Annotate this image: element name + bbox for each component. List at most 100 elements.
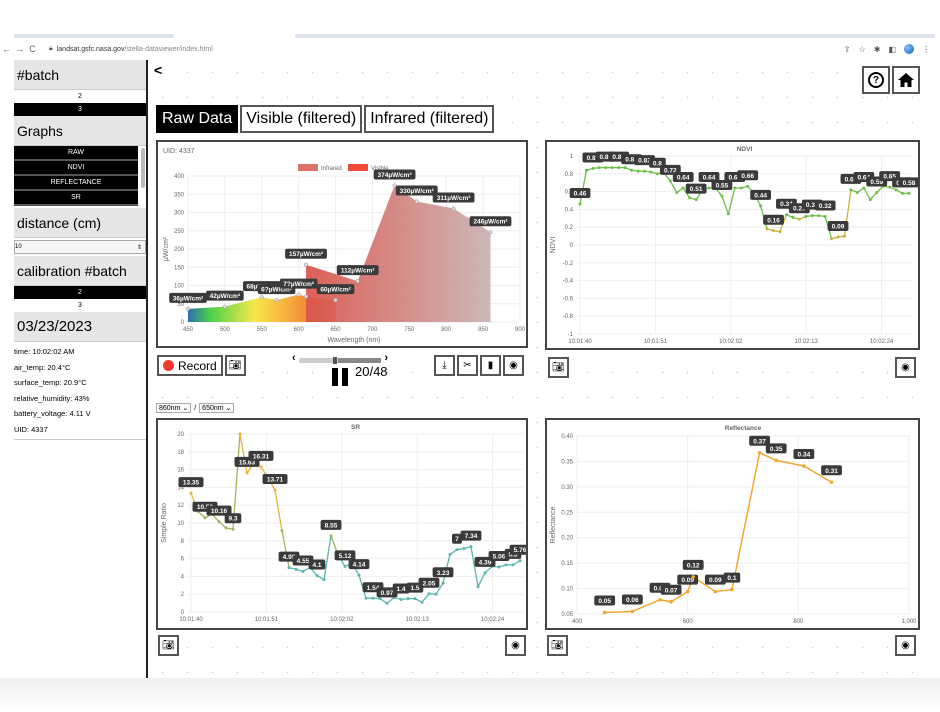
record-dot-icon: [163, 360, 174, 371]
camera-icon: 📷︎: [552, 362, 565, 373]
ndvi-screenshot-button[interactable]: 📷︎: [548, 357, 569, 378]
data-point: [774, 458, 778, 463]
y-tick-label: 0.10: [561, 587, 573, 593]
extensions-icon[interactable]: ✱: [874, 45, 881, 54]
tab-visible-filtered[interactable]: Visible (filtered): [240, 105, 363, 133]
data-point: [287, 566, 291, 570]
batch-option-2[interactable]: 2: [14, 90, 146, 103]
data-label: 42µW/cm²: [210, 293, 241, 300]
data-point: [427, 592, 431, 596]
data-point: [733, 186, 737, 190]
y-tick-label: -1: [568, 332, 574, 338]
page-bottom: [0, 678, 940, 712]
profile-avatar[interactable]: [904, 44, 914, 54]
data-point: [855, 190, 859, 194]
pause-button[interactable]: [332, 368, 348, 386]
sr-denominator-value: 650nm: [202, 405, 224, 412]
data-point: [810, 214, 814, 218]
help-icon: ?: [868, 72, 884, 88]
data-point: [830, 237, 834, 241]
data-point: [357, 573, 361, 577]
distance-select[interactable]: 10 ⇕: [14, 240, 146, 254]
collapse-sidebar-button[interactable]: <: [154, 62, 162, 78]
data-point: [224, 526, 228, 530]
data-label: 7: [455, 536, 459, 543]
slider-thumb[interactable]: [333, 357, 338, 364]
slider-next-icon[interactable]: ›: [384, 352, 388, 364]
ndvi-visibility-button[interactable]: ◉: [895, 357, 916, 378]
data-point: [730, 587, 734, 592]
forward-icon[interactable]: →: [13, 44, 26, 54]
x-tick-label: 700: [367, 327, 378, 333]
data-point: [315, 574, 319, 578]
data-label: 0.58: [903, 180, 916, 187]
bookmark-star-icon[interactable]: ☆: [859, 45, 866, 54]
graph-option-sr[interactable]: SR: [14, 191, 138, 206]
download-button[interactable]: ⤓: [434, 355, 455, 376]
graph-option-raw[interactable]: RAW: [14, 146, 138, 161]
y-tick-label: 18: [177, 450, 184, 456]
raw-visibility-button[interactable]: ◉: [503, 355, 524, 376]
data-point: [675, 190, 679, 194]
record-button[interactable]: Record: [157, 355, 223, 376]
eye-icon: ◉: [511, 640, 520, 651]
data-point: [259, 295, 264, 300]
x-tick-label: 800: [793, 619, 804, 625]
camera-icon: 📷︎: [162, 640, 175, 651]
y-tick-label: 150: [174, 265, 185, 271]
raw-screenshot-button[interactable]: 📷︎: [224, 355, 246, 376]
data-point: [511, 563, 515, 567]
data-point: [739, 186, 743, 190]
y-tick-label: 8: [181, 539, 185, 545]
sr-denominator-select[interactable]: 650nm ⌄: [199, 403, 235, 413]
home-button[interactable]: [892, 66, 920, 94]
graphs-list[interactable]: RAW NDVI REFLECTANCE SR: [14, 146, 146, 208]
tab-raw-data[interactable]: Raw Data: [156, 105, 239, 133]
sr-chart: SR0246810121416182010:01:40 10:01:51 10:02…: [161, 424, 526, 623]
graphs-scrollbar[interactable]: [141, 148, 145, 188]
menu-kebab-icon[interactable]: ⋮: [922, 45, 930, 54]
sr-numerator-select[interactable]: 860nm ⌄: [156, 403, 192, 413]
address-bar[interactable]: landsat.gsfc.nasa.gov/stella-dataviewer/…: [57, 46, 213, 53]
series-segment: [477, 572, 486, 588]
y-tick-label: 12: [177, 503, 184, 509]
share-icon[interactable]: ⇪: [844, 45, 851, 54]
reflectance-visibility-button[interactable]: ◉: [895, 635, 916, 656]
data-point: [469, 545, 473, 549]
tab-infrared-filtered[interactable]: Infrared (filtered): [364, 105, 495, 133]
data-point: [343, 564, 347, 568]
home-icon: [898, 73, 914, 87]
batch-option-3[interactable]: 3: [14, 103, 146, 116]
sidepanel-icon[interactable]: ◧: [888, 45, 896, 54]
cut-button[interactable]: ✂: [457, 355, 478, 376]
playback-slider[interactable]: ‹ ›: [292, 352, 388, 364]
y-tick-label: 0: [570, 243, 574, 249]
data-label: 0.07: [665, 587, 678, 594]
reload-icon[interactable]: C: [26, 44, 39, 54]
calibration-option-2[interactable]: 2: [14, 286, 146, 299]
select-arrows-icon: ⇕: [136, 244, 142, 251]
bar-chart-button[interactable]: ▮: [480, 355, 501, 376]
back-icon[interactable]: ←: [0, 44, 13, 54]
data-point: [685, 589, 690, 594]
y-tick-label: 400: [174, 174, 185, 180]
graph-option-ndvi[interactable]: NDVI: [14, 161, 138, 176]
ndvi-chart: NDVI-1-0.8-0.6-0.4-0.200.20.40.60.8110:0…: [550, 146, 918, 345]
calibration-option-3[interactable]: 3: [14, 299, 146, 312]
help-button[interactable]: ?: [862, 66, 890, 94]
data-point: [329, 534, 333, 538]
raw-chart-panel: UID: 4337 0 50 100 150 200 250 300 350 400 450 500 5…: [156, 140, 528, 348]
reflectance-screenshot-button[interactable]: 📷︎: [547, 635, 568, 656]
data-label: 0.34: [798, 452, 811, 459]
data-point: [451, 206, 456, 211]
data-point: [333, 298, 338, 303]
bar-chart-icon: ▮: [487, 360, 494, 371]
data-label: 0.64: [677, 175, 690, 182]
sr-visibility-button[interactable]: ◉: [505, 635, 526, 656]
data-label: 0.66: [741, 173, 754, 180]
graph-option-reflectance[interactable]: REFLECTANCE: [14, 176, 138, 191]
legend-swatch-infrared: [298, 164, 318, 171]
sr-screenshot-button[interactable]: 📷︎: [158, 635, 179, 656]
y-tick-label: 0.2: [565, 225, 574, 231]
slider-prev-icon[interactable]: ‹: [292, 352, 296, 364]
